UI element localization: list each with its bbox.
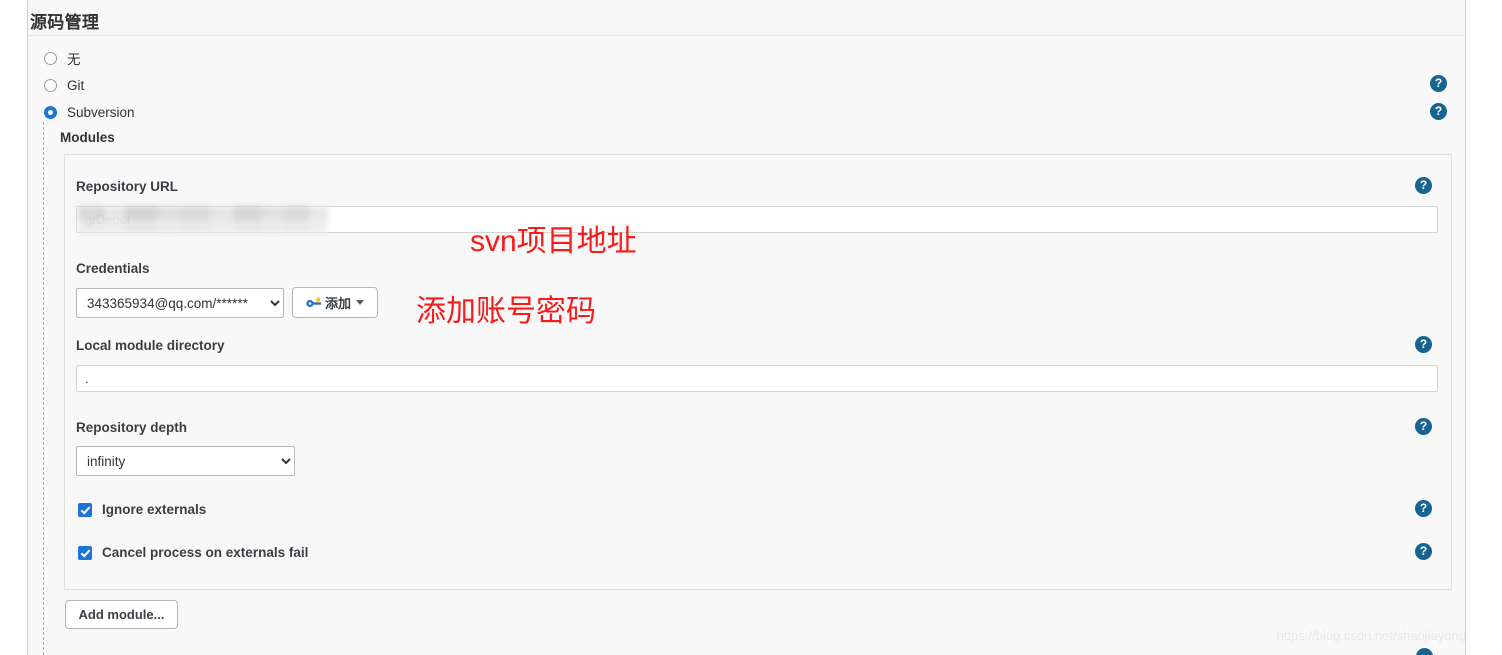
title-divider — [27, 35, 1466, 36]
modules-caption: Modules — [60, 130, 115, 145]
help-icon-ignore-externals[interactable]: ? — [1415, 500, 1432, 517]
label-repository-url: Repository URL — [76, 179, 179, 194]
checkbox-ignore-externals[interactable] — [78, 502, 92, 517]
checkbox-row-cancel-on-externals-fail[interactable]: Cancel process on externals fail — [78, 545, 308, 560]
radio-indicator-none[interactable] — [44, 51, 57, 65]
label-repository-depth: Repository depth — [76, 420, 188, 435]
radio-option-none[interactable]: 无 — [44, 49, 81, 67]
checkbox-row-ignore-externals[interactable]: Ignore externals — [78, 502, 206, 517]
help-icon-git[interactable]: ? — [1430, 75, 1447, 92]
section-guide-line — [43, 122, 44, 655]
checkbox-label-cancel-on-externals-fail: Cancel process on externals fail — [102, 545, 309, 560]
repository-url-input[interactable] — [76, 206, 1438, 233]
annotation-credentials: 添加账号密码 — [416, 295, 596, 328]
watermark: https://blog.csdn.net/shaojiayong — [1276, 628, 1466, 643]
screenshot-root: 源码管理 无 Git Subversion Modules Repository… — [0, 0, 1502, 655]
help-icon-subversion[interactable]: ? — [1430, 103, 1447, 120]
add-credentials-button[interactable]: 添加 — [292, 287, 378, 318]
add-module-button[interactable]: Add module... — [65, 600, 178, 629]
radio-option-subversion[interactable]: Subversion — [44, 103, 135, 121]
radio-label-subversion: Subversion — [67, 104, 135, 120]
right-gutter — [1466, 0, 1502, 655]
radio-label-none: 无 — [67, 52, 81, 67]
checkbox-label-ignore-externals: Ignore externals — [102, 502, 207, 517]
chevron-down-icon — [356, 300, 364, 305]
left-gutter — [0, 0, 27, 655]
page-title: 源码管理 — [30, 13, 100, 32]
annotation-svn-url: svn项目地址 — [470, 225, 637, 258]
radio-indicator-subversion[interactable] — [44, 105, 57, 119]
checkbox-cancel-on-externals-fail[interactable] — [78, 545, 92, 560]
label-credentials: Credentials — [76, 261, 150, 276]
key-icon — [306, 297, 321, 308]
add-module-label: Add module... — [78, 607, 165, 622]
help-icon-repository-depth[interactable]: ? — [1415, 418, 1432, 435]
radio-option-git[interactable]: Git — [44, 76, 84, 94]
radio-indicator-git[interactable] — [44, 78, 57, 92]
add-credentials-label: 添加 — [324, 296, 351, 311]
credentials-select[interactable]: 343365934@qq.com/****** — [76, 288, 284, 318]
label-local-module-directory: Local module directory — [76, 338, 225, 353]
help-icon-cancel-on-externals-fail[interactable]: ? — [1415, 543, 1432, 560]
repository-depth-select[interactable]: infinity — [76, 446, 295, 476]
help-icon-repository-url[interactable]: ? — [1415, 177, 1432, 194]
radio-label-git: Git — [67, 77, 85, 93]
help-icon-local-module-directory[interactable]: ? — [1415, 336, 1432, 353]
local-module-directory-input[interactable] — [76, 365, 1438, 392]
